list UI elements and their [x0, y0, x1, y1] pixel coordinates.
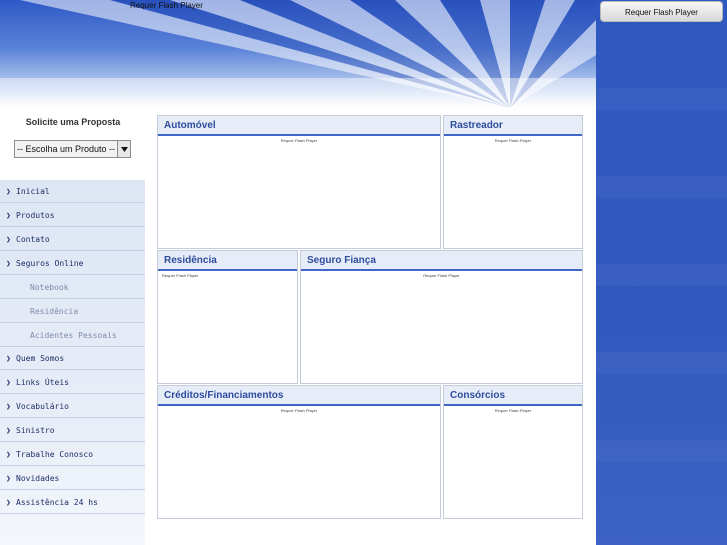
nav-item-produtos[interactable]: ❯ Produtos — [0, 204, 145, 227]
panel-title: Consórcios — [444, 386, 582, 406]
nav-subitem-notebook[interactable]: Notebook — [0, 276, 145, 299]
nav-subitem-residencia[interactable]: Residência — [0, 300, 145, 323]
chevron-right-icon: ❯ — [6, 401, 11, 411]
panel-residencia: Residência Requer Flash Player — [157, 250, 298, 384]
nav-item-seguros-online[interactable]: ❯ Seguros Online — [0, 252, 145, 275]
chevron-right-icon: ❯ — [6, 377, 11, 387]
nav-item-sinistro[interactable]: ❯ Sinistro — [0, 419, 145, 442]
nav-item-links-uteis[interactable]: ❯ Links Úteis — [0, 371, 145, 394]
right-column-band — [596, 88, 727, 110]
panel-title: Seguro Fiança — [301, 251, 582, 271]
nav-item-vocabulario[interactable]: ❯ Vocabulário — [0, 395, 145, 418]
chevron-down-icon[interactable] — [117, 141, 130, 157]
chevron-right-icon: ❯ — [6, 186, 11, 196]
panel-title: Rastreador — [444, 116, 582, 136]
panel-rastreador: Rastreador Requer Flash Player — [443, 115, 583, 249]
nav-subitem-acidentes-pessoais[interactable]: Acidentes Pessoais — [0, 324, 145, 347]
nav-item-novidades[interactable]: ❯ Novidades — [0, 467, 145, 490]
flash-notice: Requer Flash Player — [280, 138, 318, 143]
proposal-title: Solicite uma Proposta — [25, 117, 121, 127]
right-column-band — [596, 352, 727, 374]
nav-item-label: Seguros Online — [16, 258, 84, 268]
nav-item-label: Residência — [30, 306, 79, 316]
nav-item-quem-somos[interactable]: ❯ Quem Somos — [0, 347, 145, 370]
panel-title: Créditos/Financiamentos — [158, 386, 440, 406]
flash-notice: Requer Flash Player — [494, 138, 532, 143]
nav-item-label: Novidades — [16, 473, 60, 483]
nav-item-trabalhe-conosco[interactable]: ❯ Trabalhe Conosco — [0, 443, 145, 466]
chevron-right-icon: ❯ — [6, 210, 11, 220]
nav-item-label: Sinistro — [16, 425, 55, 435]
panel-title: Residência — [158, 251, 297, 271]
header-banner: Requer Flash Player — [0, 0, 596, 108]
right-column-band — [596, 264, 727, 286]
right-column: Requer Flash Player — [596, 0, 727, 545]
nav-item-assistencia-24hs[interactable]: ❯ Assistência 24 hs — [0, 491, 145, 514]
nav-item-label: Trabalhe Conosco — [16, 449, 94, 459]
nav-item-label: Inicial — [16, 186, 50, 196]
nav-item-label: Notebook — [30, 282, 69, 292]
flash-notice: Requer Flash Player — [494, 408, 532, 413]
sidebar-nav: ❯ Inicial ❯ Produtos ❯ Contato ❯ Seguros… — [0, 180, 145, 545]
right-column-band — [596, 440, 727, 462]
chevron-right-icon: ❯ — [6, 473, 11, 483]
panel-seguro-fianca: Seguro Fiança Requer Flash Player — [300, 250, 583, 384]
chevron-right-icon: ❯ — [6, 353, 11, 363]
chevron-right-icon: ❯ — [6, 234, 11, 244]
chevron-right-icon: ❯ — [6, 258, 11, 268]
nav-item-inicial[interactable]: ❯ Inicial — [0, 180, 145, 203]
product-select-value: -- Escolha um Produto -- — [16, 144, 116, 154]
flash-notice: Requer Flash Player — [162, 273, 199, 278]
chevron-right-icon: ❯ — [6, 449, 11, 459]
flash-notice: Requer Flash Player — [280, 408, 318, 413]
flash-player-button[interactable]: Requer Flash Player — [600, 1, 723, 22]
nav-item-label: Acidentes Pessoais — [30, 330, 117, 340]
panel-creditos-financiamentos: Créditos/Financiamentos Requer Flash Pla… — [157, 385, 441, 519]
flash-notice: Requer Flash Player — [423, 273, 460, 278]
header-flash-notice: Requer Flash Player — [130, 1, 203, 10]
nav-item-label: Vocabulário — [16, 401, 69, 411]
chevron-right-icon: ❯ — [6, 425, 11, 435]
panel-automovel: Automóvel Requer Flash Player — [157, 115, 441, 249]
header-rays-graphic — [0, 0, 596, 108]
right-column-band — [596, 176, 727, 198]
product-select[interactable]: -- Escolha um Produto -- — [14, 140, 131, 158]
nav-item-label: Quem Somos — [16, 353, 65, 363]
panel-title: Automóvel — [158, 116, 440, 136]
nav-item-label: Assistência 24 hs — [16, 497, 98, 507]
chevron-right-icon: ❯ — [6, 497, 11, 507]
nav-item-contato[interactable]: ❯ Contato — [0, 228, 145, 251]
nav-item-label: Contato — [16, 234, 50, 244]
nav-item-label: Produtos — [16, 210, 55, 220]
nav-item-label: Links Úteis — [16, 377, 69, 387]
panel-consorcios: Consórcios Requer Flash Player — [443, 385, 583, 519]
